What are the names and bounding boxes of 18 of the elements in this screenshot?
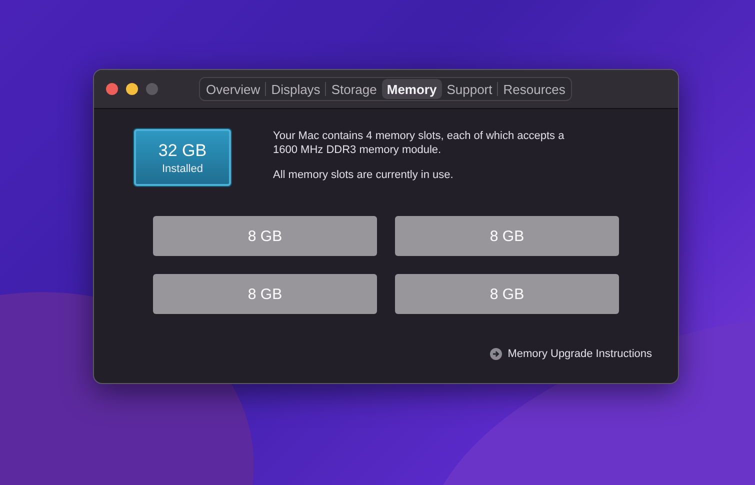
- memory-upgrade-link[interactable]: Memory Upgrade Instructions: [490, 348, 652, 360]
- tab[interactable]: Memory: [382, 79, 442, 99]
- minimize-button[interactable]: [126, 83, 138, 95]
- arrow-icon: [490, 348, 502, 360]
- memory-slot: 8 GB: [395, 216, 619, 256]
- memory-slot: 8 GB: [395, 274, 619, 314]
- tab[interactable]: Resources: [498, 79, 570, 99]
- memory-total-label: Installed: [162, 162, 203, 174]
- description-text: Your Mac contains 4 memory slots, each of which accepts a 1600 MHz DDR3 memory module.: [273, 129, 566, 157]
- memory-slot: 8 GB: [153, 216, 377, 256]
- tab[interactable]: Overview: [201, 79, 266, 99]
- close-button[interactable]: [106, 83, 118, 95]
- tab[interactable]: Support: [442, 79, 498, 99]
- memory-slot: 8 GB: [153, 274, 377, 314]
- description-text: All memory slots are currently in use.: [273, 168, 454, 182]
- tab[interactable]: Displays: [266, 79, 326, 99]
- memory-total: 32 GB: [158, 140, 207, 160]
- tab[interactable]: Storage: [326, 79, 382, 99]
